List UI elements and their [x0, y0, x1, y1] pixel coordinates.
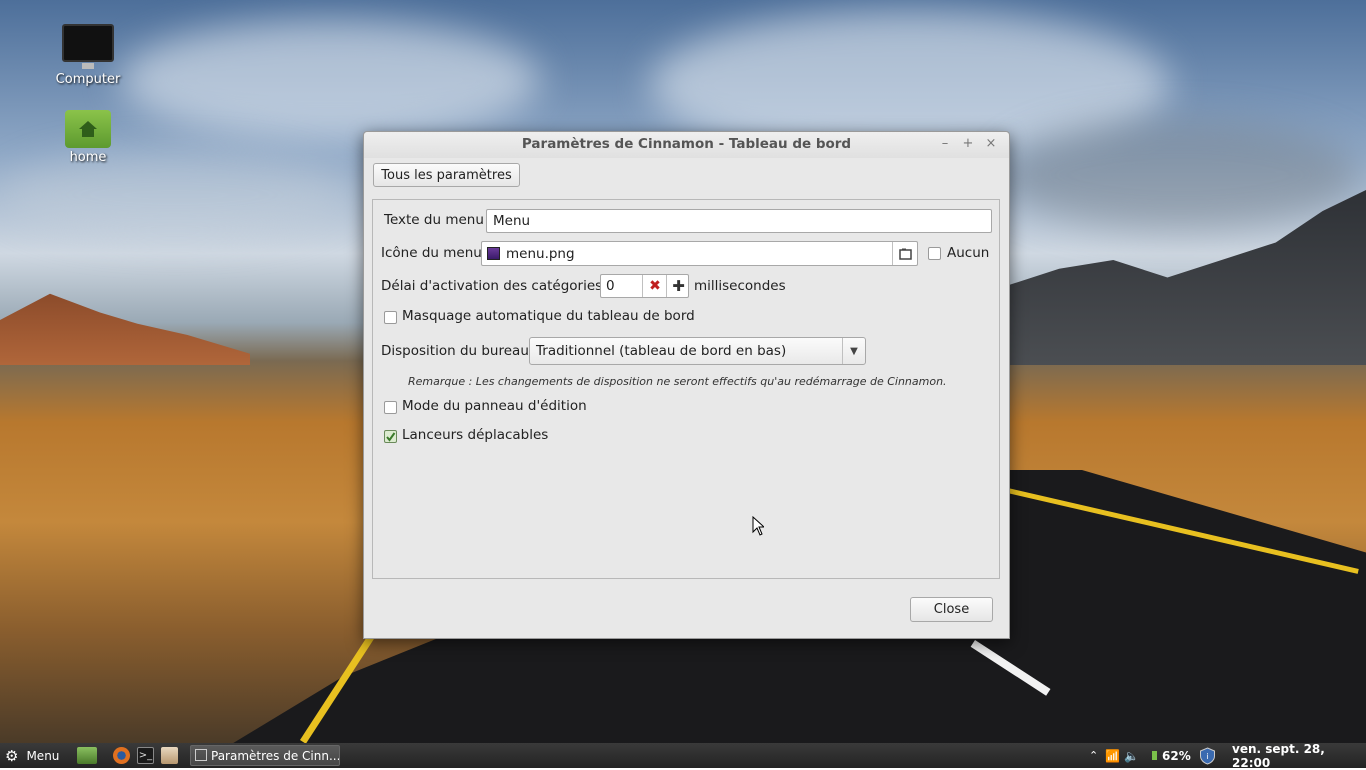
browse-icon-button[interactable] — [892, 242, 917, 265]
firefox-icon[interactable] — [113, 747, 130, 764]
menu-icon-filename: menu.png — [506, 245, 575, 262]
show-desktop-icon[interactable] — [77, 747, 97, 764]
mouse-cursor-icon — [752, 516, 764, 536]
all-settings-button[interactable]: Tous les paramètres — [373, 163, 520, 187]
desktop-icon-computer[interactable]: Computer — [48, 24, 128, 87]
desktop-icon-home[interactable]: home — [48, 110, 128, 165]
taskbar-window-label: Paramètres de Cinn... — [211, 748, 340, 763]
none-label: Aucun — [947, 245, 990, 261]
menu-button[interactable]: ⚙ Menu — [5, 743, 59, 768]
menu-label: Menu — [26, 748, 60, 763]
movable-launchers-checkbox[interactable] — [384, 430, 397, 443]
layout-note: Remarque : Les changements de dispositio… — [408, 375, 947, 388]
svg-text:i: i — [1206, 752, 1208, 761]
delay-label: Délai d'activation des catégories — [381, 278, 603, 294]
battery-icon — [1152, 751, 1157, 760]
chevron-down-icon: ▼ — [842, 338, 865, 364]
gear-icon: ⚙ — [5, 746, 19, 765]
window-titlebar[interactable]: Paramètres de Cinnamon - Tableau de bord… — [364, 132, 1009, 158]
computer-icon — [62, 24, 114, 69]
layout-dropdown[interactable]: Traditionnel (tableau de bord en bas) ▼ — [529, 337, 866, 365]
wifi-icon[interactable]: 📶 — [1105, 743, 1120, 768]
movable-launchers-label: Lanceurs déplacables — [402, 427, 549, 443]
menu-icon-label: Icône du menu — [381, 245, 482, 261]
menu-text-label: Texte du menu — [384, 212, 484, 228]
desktop-icon-label: Computer — [55, 72, 121, 87]
layout-label: Disposition du bureau — [381, 343, 529, 359]
maximize-button[interactable]: + — [960, 136, 976, 152]
files-icon[interactable] — [161, 747, 178, 764]
autohide-checkbox[interactable] — [384, 311, 397, 324]
close-window-button[interactable]: × — [983, 136, 999, 152]
taskbar: ⚙ Menu >_ Paramètres de Cinn... ⌃ 📶 🔈 62… — [0, 742, 1366, 770]
edit-mode-label: Mode du panneau d'édition — [402, 398, 587, 414]
taskbar-window-button[interactable]: Paramètres de Cinn... — [190, 745, 340, 766]
menu-icon-chooser[interactable]: menu.png — [481, 241, 918, 266]
terminal-icon[interactable]: >_ — [137, 747, 154, 764]
volume-icon[interactable]: 🔈 — [1124, 743, 1139, 768]
decrement-button[interactable]: ✖ — [642, 275, 667, 297]
battery-indicator[interactable]: 62% — [1152, 743, 1191, 768]
delay-spinbutton[interactable]: 0 ✖ ✚ — [600, 274, 689, 298]
minimize-button[interactable]: – — [937, 136, 953, 152]
checkmark-icon — [386, 432, 396, 442]
home-folder-icon — [65, 110, 111, 148]
increment-button[interactable]: ✚ — [666, 275, 690, 297]
settings-app-icon — [195, 749, 207, 761]
clock[interactable]: ven. sept. 28, 22:00 — [1232, 742, 1366, 770]
layout-value: Traditionnel (tableau de bord en bas) — [536, 343, 787, 359]
close-button[interactable]: Close — [910, 597, 993, 622]
tray-expand-icon[interactable]: ⌃ — [1089, 743, 1098, 768]
folder-open-icon — [898, 248, 912, 260]
none-checkbox[interactable] — [928, 247, 941, 260]
autohide-label: Masquage automatique du tableau de bord — [402, 308, 695, 324]
window-title: Paramètres de Cinnamon - Tableau de bord — [521, 136, 852, 152]
settings-frame: Texte du menu Menu Icône du menu menu.pn… — [372, 199, 1000, 579]
menu-text-input[interactable]: Menu — [486, 209, 992, 233]
mountain-left — [0, 293, 250, 365]
update-shield-icon[interactable]: i — [1199, 743, 1216, 768]
settings-window: Paramètres de Cinnamon - Tableau de bord… — [363, 131, 1010, 639]
image-file-icon — [487, 247, 500, 260]
battery-percent: 62% — [1162, 748, 1191, 763]
edit-mode-checkbox[interactable] — [384, 401, 397, 414]
delay-unit-label: millisecondes — [694, 278, 786, 294]
delay-value: 0 — [606, 278, 615, 294]
desktop-icon-label: home — [69, 150, 107, 165]
